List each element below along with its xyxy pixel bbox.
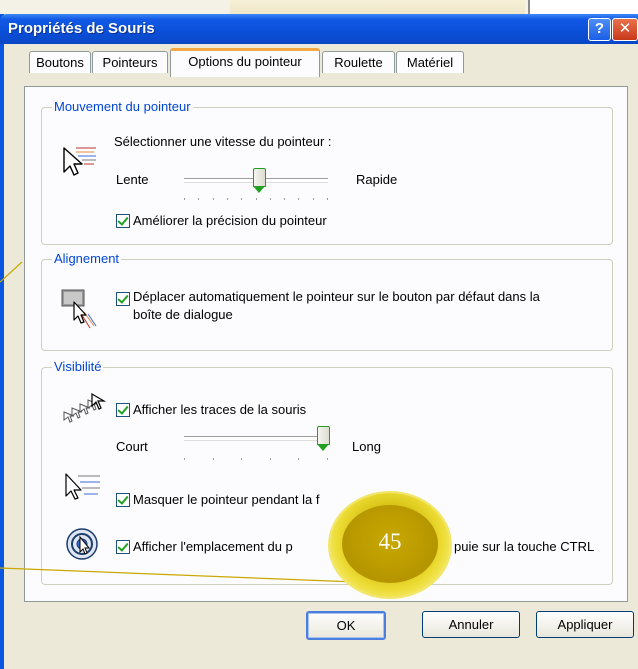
callout-inner: 45: [342, 505, 438, 583]
callout-number: 45: [378, 529, 402, 554]
annotation-callout: 45: [330, 493, 450, 597]
tab-options-du-pointeur[interactable]: Options du pointeur: [170, 48, 320, 77]
annotation-leader-lines: [0, 261, 357, 583]
tab-label: Options du pointeur: [188, 54, 302, 69]
